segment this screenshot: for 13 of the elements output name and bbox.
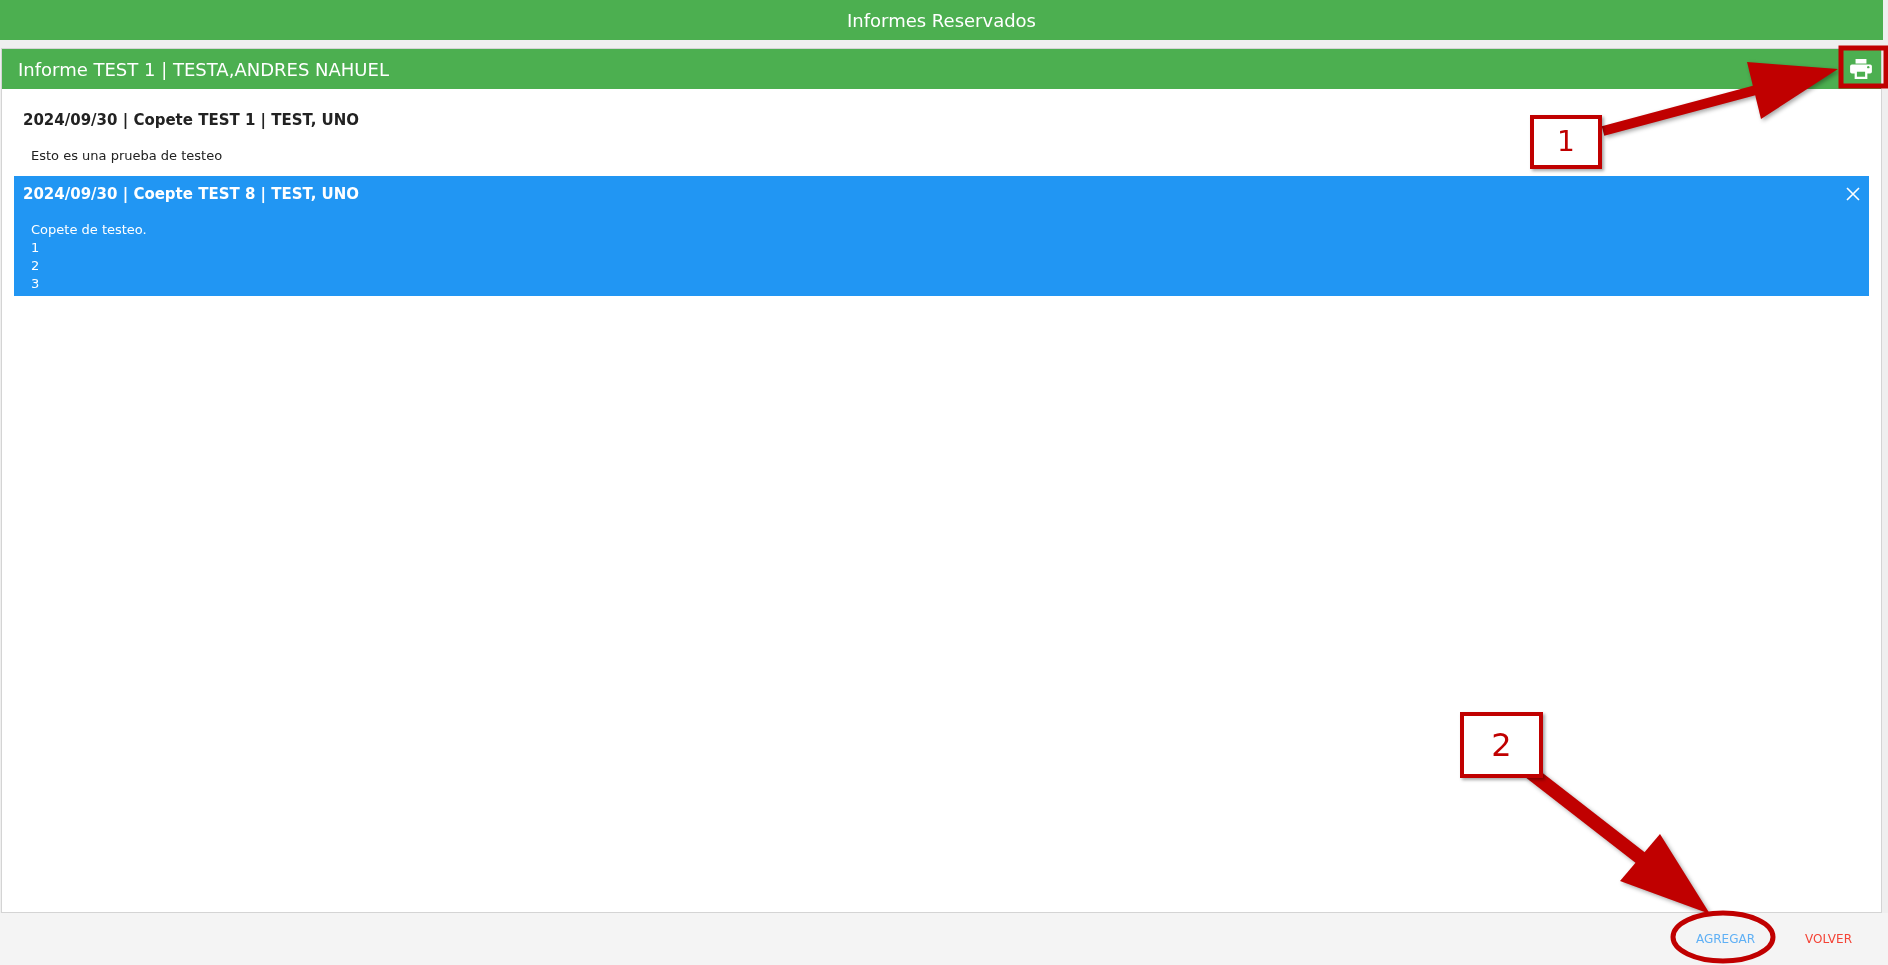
entry-heading[interactable]: 2024/09/30 | Coepte TEST 8 | TEST, UNO xyxy=(23,184,360,204)
entry-heading[interactable]: 2024/09/30 | Copete TEST 1 | TEST, UNO xyxy=(23,110,360,130)
add-button[interactable]: AGREGAR xyxy=(1682,924,1770,954)
page-title: Informes Reservados xyxy=(847,8,1036,33)
selected-entry-bar[interactable]: 2024/09/30 | Coepte TEST 8 | TEST, UNO Copete de testeo. 1 2 3 xyxy=(14,176,1869,296)
report-title: Informe TEST 1 | TESTA,ANDRES NAHUEL xyxy=(18,57,389,82)
entry-body-text: Copete de testeo. 1 2 3 xyxy=(31,221,147,293)
callout-number: 2 xyxy=(1460,712,1543,778)
printer-icon[interactable] xyxy=(1850,59,1872,79)
entry-body-text: Esto es una prueba de testeo xyxy=(31,147,223,165)
back-button[interactable]: VOLVER xyxy=(1791,924,1866,954)
callout-number: 1 xyxy=(1530,115,1602,169)
close-icon[interactable] xyxy=(1846,187,1860,201)
